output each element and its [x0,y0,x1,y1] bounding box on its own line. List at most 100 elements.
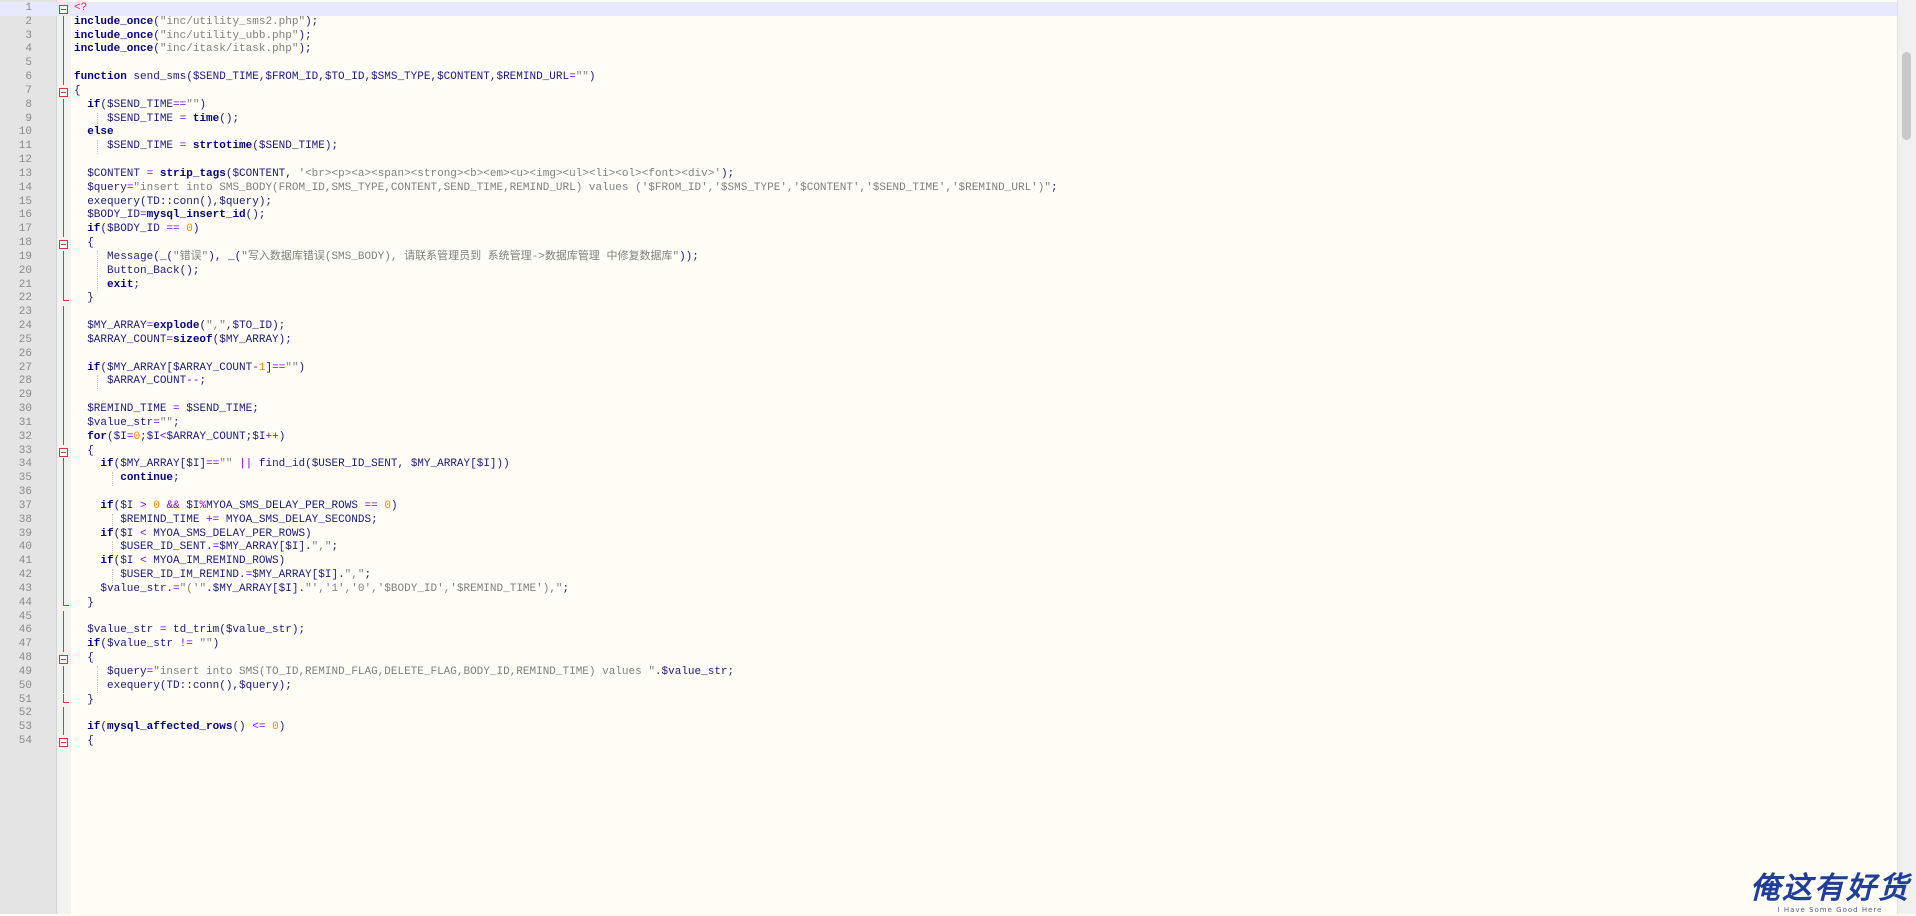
code-line[interactable]: 24 $MY_ARRAY=explode(",",$TO_ID); [0,320,1898,334]
code-line[interactable]: 28 $ARRAY_COUNT--; [0,375,1898,390]
code-line[interactable]: 13 $CONTENT = strip_tags($CONTENT, '<br>… [0,167,1898,182]
code-text[interactable]: continue; [74,472,179,486]
code-text[interactable]: if($I < MYOA_IM_REMIND_ROWS) [74,555,285,569]
code-text[interactable]: $BODY_ID=mysql_insert_id(); [74,209,265,223]
code-text[interactable]: if($SEND_TIME=="") [74,99,206,113]
fold-toggle-icon[interactable] [59,87,68,97]
code-text[interactable]: include_once("inc/utility_ubb.php"); [74,30,312,44]
code-line[interactable]: 50 exequery(TD::conn(),$query); [0,679,1898,694]
code-line[interactable]: 21 exit; [0,278,1898,293]
code-line[interactable]: 9 $SEND_TIME = time(); [0,112,1898,127]
code-line[interactable]: 8 if($SEND_TIME=="") [0,98,1898,113]
code-line[interactable]: 48 { [0,652,1898,666]
code-line[interactable]: 37 if($I > 0 && $I%MYOA_SMS_DELAY_PER_RO… [0,499,1898,514]
fold-toggle-icon[interactable] [59,5,68,14]
code-line[interactable]: 1 <? [0,2,1898,16]
code-line[interactable]: 42 $USER_ID_IM_REMIND.=$MY_ARRAY[$I].","… [0,569,1898,583]
vertical-scrollbar-thumb[interactable] [1902,52,1911,140]
code-line[interactable]: 47 if($value_str != "") [0,638,1898,652]
code-line[interactable]: 4 include_once("inc/itask/itask.php"); [0,43,1898,58]
code-line[interactable]: 34 if($MY_ARRAY[$I]=="" || find_id($USER… [0,458,1898,473]
code-line[interactable]: 3 include_once("inc/utility_ubb.php"); [0,29,1898,44]
code-line[interactable]: 14 $query="insert into SMS_BODY(FROM_ID,… [0,181,1898,196]
code-line[interactable]: 35 continue; [0,472,1898,487]
code-line[interactable]: 40 $USER_ID_SENT.=$MY_ARRAY[$I].","; [0,541,1898,556]
fold-toggle-icon[interactable] [59,737,68,747]
code-text[interactable]: if($BODY_ID == 0) [74,223,199,237]
code-line[interactable]: 2 include_once("inc/utility_sms2.php"); [0,15,1898,30]
code-line[interactable]: 11 $SEND_TIME = strtotime($SEND_TIME); [0,140,1898,155]
code-line[interactable]: 27 if($MY_ARRAY[$ARRAY_COUNT-1]=="") [0,361,1898,376]
code-line[interactable]: 38 $REMIND_TIME += MYOA_SMS_DELAY_SECOND… [0,513,1898,528]
code-text[interactable]: $MY_ARRAY=explode(",",$TO_ID); [74,320,285,334]
code-text[interactable]: $query="insert into SMS_BODY(FROM_ID,SMS… [74,182,1057,196]
code-line[interactable]: 32 for($I=0;$I<$ARRAY_COUNT;$I++) [0,430,1898,445]
code-text[interactable]: $ARRAY_COUNT=sizeof($MY_ARRAY); [74,334,292,348]
code-line[interactable]: 26 [0,347,1898,362]
code-text[interactable]: if(mysql_affected_rows() <= 0) [74,721,285,735]
code-line[interactable]: 5 [0,57,1898,72]
code-text[interactable]: $ARRAY_COUNT--; [74,375,206,389]
code-line[interactable]: 33 { [0,445,1898,459]
code-text[interactable]: $REMIND_TIME = $SEND_TIME; [74,403,259,417]
code-text[interactable]: { [74,735,94,749]
code-line[interactable]: 31 $value_str=""; [0,416,1898,431]
code-text[interactable]: { [74,652,94,666]
code-text[interactable]: $USER_ID_IM_REMIND.=$MY_ARRAY[$I].","; [74,569,371,583]
code-line[interactable]: 12 [0,154,1898,168]
code-text[interactable]: { [74,445,94,459]
code-text[interactable]: $SEND_TIME = strtotime($SEND_TIME); [74,140,338,154]
code-line[interactable]: 36 [0,486,1898,500]
code-text[interactable]: } [74,694,94,708]
fold-toggle-icon[interactable] [59,240,68,250]
code-text[interactable]: $REMIND_TIME += MYOA_SMS_DELAY_SECONDS; [74,514,377,528]
code-text[interactable]: exequery(TD::conn(),$query); [74,680,292,694]
code-line[interactable]: 53 if(mysql_affected_rows() <= 0) [0,721,1898,735]
code-text[interactable]: include_once("inc/utility_sms2.php"); [74,16,318,30]
code-text[interactable]: include_once("inc/itask/itask.php"); [74,43,312,57]
code-line[interactable]: 52 [0,707,1898,722]
code-editor[interactable]: 1 <? 2 include_once("inc/utility_sms2.php")… [0,0,1898,914]
code-text[interactable]: if($MY_ARRAY[$I]=="" || find_id($USER_ID… [74,458,509,472]
code-line[interactable]: 46 $value_str = td_trim($value_str); [0,624,1898,639]
code-line[interactable]: 10 else [0,126,1898,141]
code-line[interactable]: 16 $BODY_ID=mysql_insert_id(); [0,209,1898,224]
code-line[interactable]: 51 } [0,693,1898,708]
code-line[interactable]: 17 if($BODY_ID == 0) [0,223,1898,238]
code-text[interactable]: { [74,85,81,99]
vertical-scrollbar[interactable] [1897,0,1916,914]
code-text[interactable]: $SEND_TIME = time(); [74,113,239,127]
code-text[interactable]: $USER_ID_SENT.=$MY_ARRAY[$I].","; [74,541,338,555]
code-text[interactable]: if($value_str != "") [74,638,219,652]
code-text[interactable]: Button_Back(); [74,265,199,279]
code-line[interactable]: 41 if($I < MYOA_IM_REMIND_ROWS) [0,555,1898,570]
code-text[interactable]: exit; [74,279,140,293]
code-line[interactable]: 45 [0,610,1898,625]
code-text[interactable]: $CONTENT = strip_tags($CONTENT, '<br><p>… [74,168,734,182]
code-text[interactable]: $value_str = td_trim($value_str); [74,624,305,638]
code-line[interactable]: 30 $REMIND_TIME = $SEND_TIME; [0,403,1898,417]
code-text[interactable]: function send_sms($SEND_TIME,$FROM_ID,$T… [74,71,596,85]
code-text[interactable]: if($MY_ARRAY[$ARRAY_COUNT-1]=="") [74,362,305,376]
code-text[interactable]: $value_str=""; [74,417,179,431]
code-text[interactable]: <? [74,2,87,16]
code-text[interactable]: if($I < MYOA_SMS_DELAY_PER_ROWS) [74,528,311,542]
code-line[interactable]: 54 { [0,735,1898,749]
code-line[interactable]: 25 $ARRAY_COUNT=sizeof($MY_ARRAY); [0,333,1898,348]
code-line[interactable]: 6 function send_sms($SEND_TIME,$FROM_ID,$… [0,71,1898,85]
code-line[interactable]: 49 $query="insert into SMS(TO_ID,REMIND_… [0,665,1898,680]
code-line[interactable]: 7{ [0,85,1898,99]
code-line[interactable]: 18 { [0,237,1898,251]
code-text[interactable]: exequery(TD::conn(),$query); [74,196,272,210]
code-text[interactable]: $query="insert into SMS(TO_ID,REMIND_FLA… [74,666,734,680]
code-line[interactable]: 44 } [0,596,1898,611]
code-line[interactable]: 39 if($I < MYOA_SMS_DELAY_PER_ROWS) [0,527,1898,542]
code-line[interactable]: 23 [0,306,1898,321]
code-line[interactable]: 19 Message(_("错误"), _("写入数据库错误(SMS_BODY)… [0,250,1898,265]
code-text[interactable]: } [74,597,94,611]
code-text[interactable]: if($I > 0 && $I%MYOA_SMS_DELAY_PER_ROWS … [74,500,397,514]
code-line[interactable]: 43 $value_str.="('".$MY_ARRAY[$I]."','1'… [0,582,1898,597]
code-text[interactable]: Message(_("错误"), _("写入数据库错误(SMS_BODY), 请… [74,251,699,265]
code-text[interactable]: $value_str.="('".$MY_ARRAY[$I]."','1','0… [74,583,569,597]
code-line[interactable]: 15 exequery(TD::conn(),$query); [0,195,1898,210]
